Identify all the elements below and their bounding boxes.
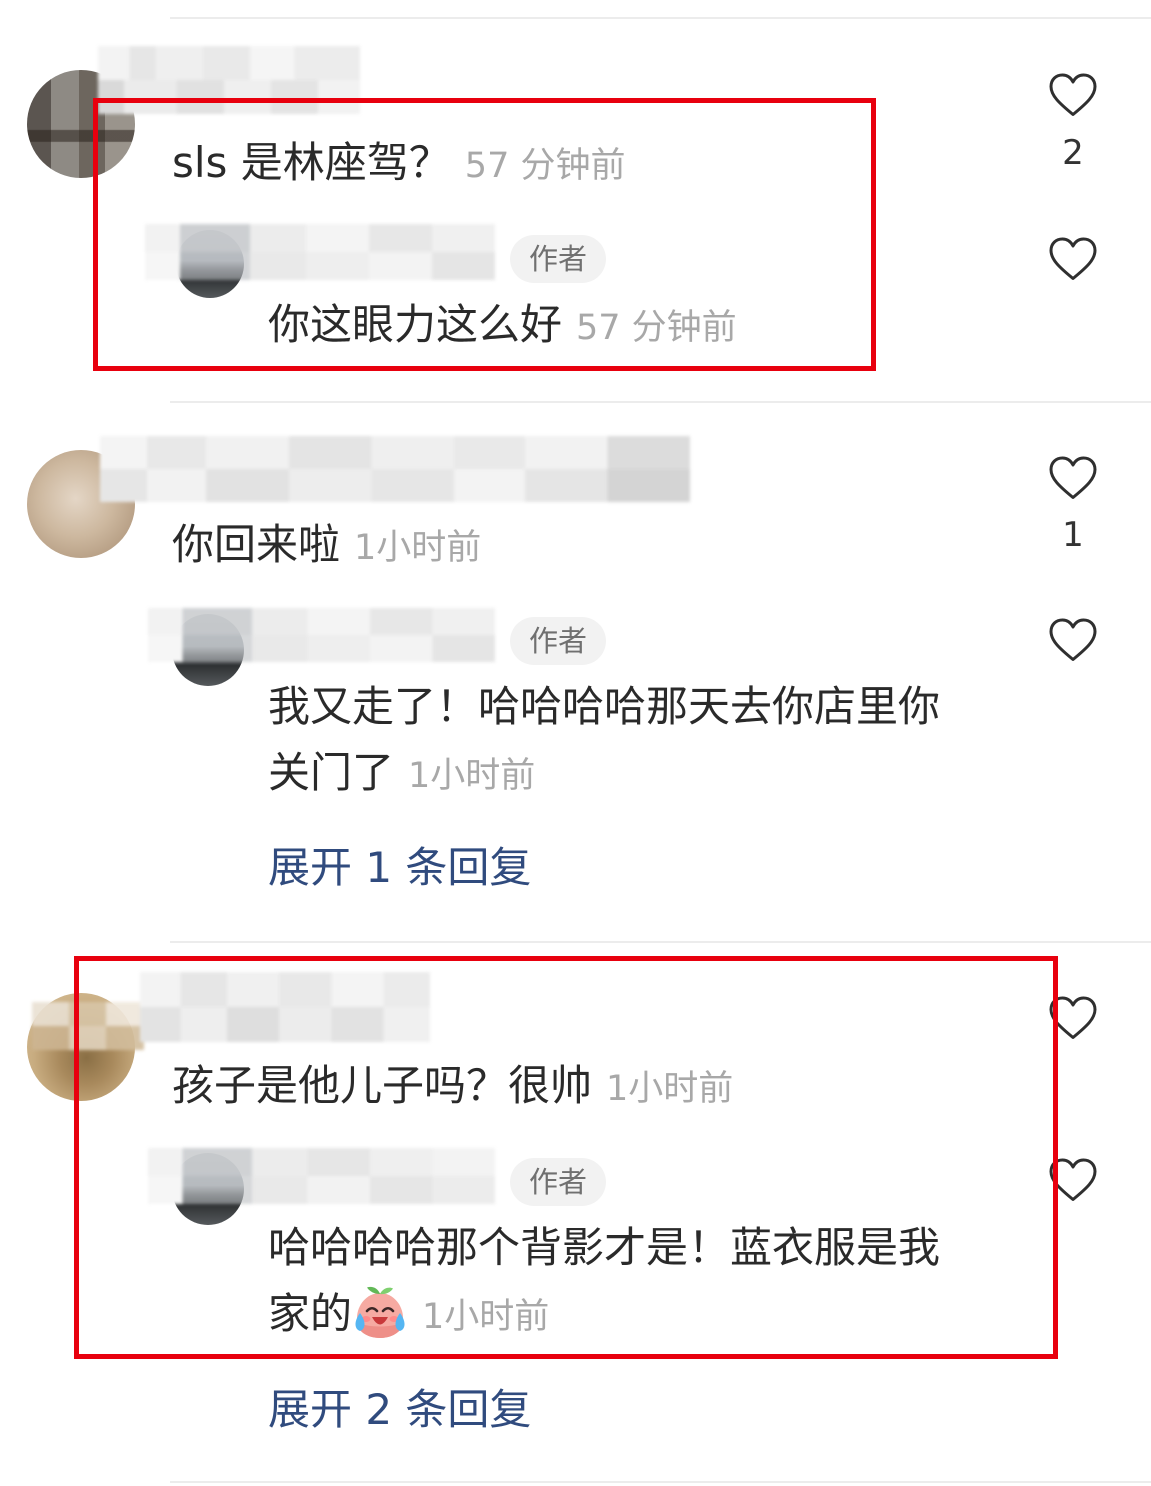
like-heart-icon[interactable] xyxy=(1048,617,1098,663)
comment-divider xyxy=(170,941,1151,943)
like-count: 2 xyxy=(1062,133,1084,173)
comment-divider xyxy=(170,401,1151,403)
reply-username-blurred[interactable] xyxy=(148,608,495,662)
comment-divider xyxy=(170,1481,1151,1483)
username-blurred[interactable] xyxy=(100,436,690,502)
like-heart-icon[interactable] xyxy=(1048,72,1098,118)
comment-divider xyxy=(170,17,1151,19)
comment-text: 你回来啦 xyxy=(172,520,341,569)
reply-body: 我又走了！哈哈哈哈那天去你店里你关门了 1小时前 xyxy=(268,674,968,809)
like-heart-icon[interactable] xyxy=(1048,455,1098,501)
expand-replies-link[interactable]: 展开 2 条回复 xyxy=(268,1385,531,1435)
expand-replies-link[interactable]: 展开 1 条回复 xyxy=(268,843,531,893)
highlight-box xyxy=(74,956,1058,1359)
reply-time: 1小时前 xyxy=(408,756,536,796)
reply-text: 我又走了！哈哈哈哈那天去你店里你关门了 xyxy=(268,682,941,797)
author-badge: 作者 xyxy=(510,617,606,665)
highlight-box xyxy=(93,98,876,371)
comment-body: 你回来啦 1小时前 xyxy=(172,520,481,573)
comment-time: 1小时前 xyxy=(354,528,482,568)
like-count: 1 xyxy=(1062,515,1084,555)
like-heart-icon[interactable] xyxy=(1048,236,1098,282)
